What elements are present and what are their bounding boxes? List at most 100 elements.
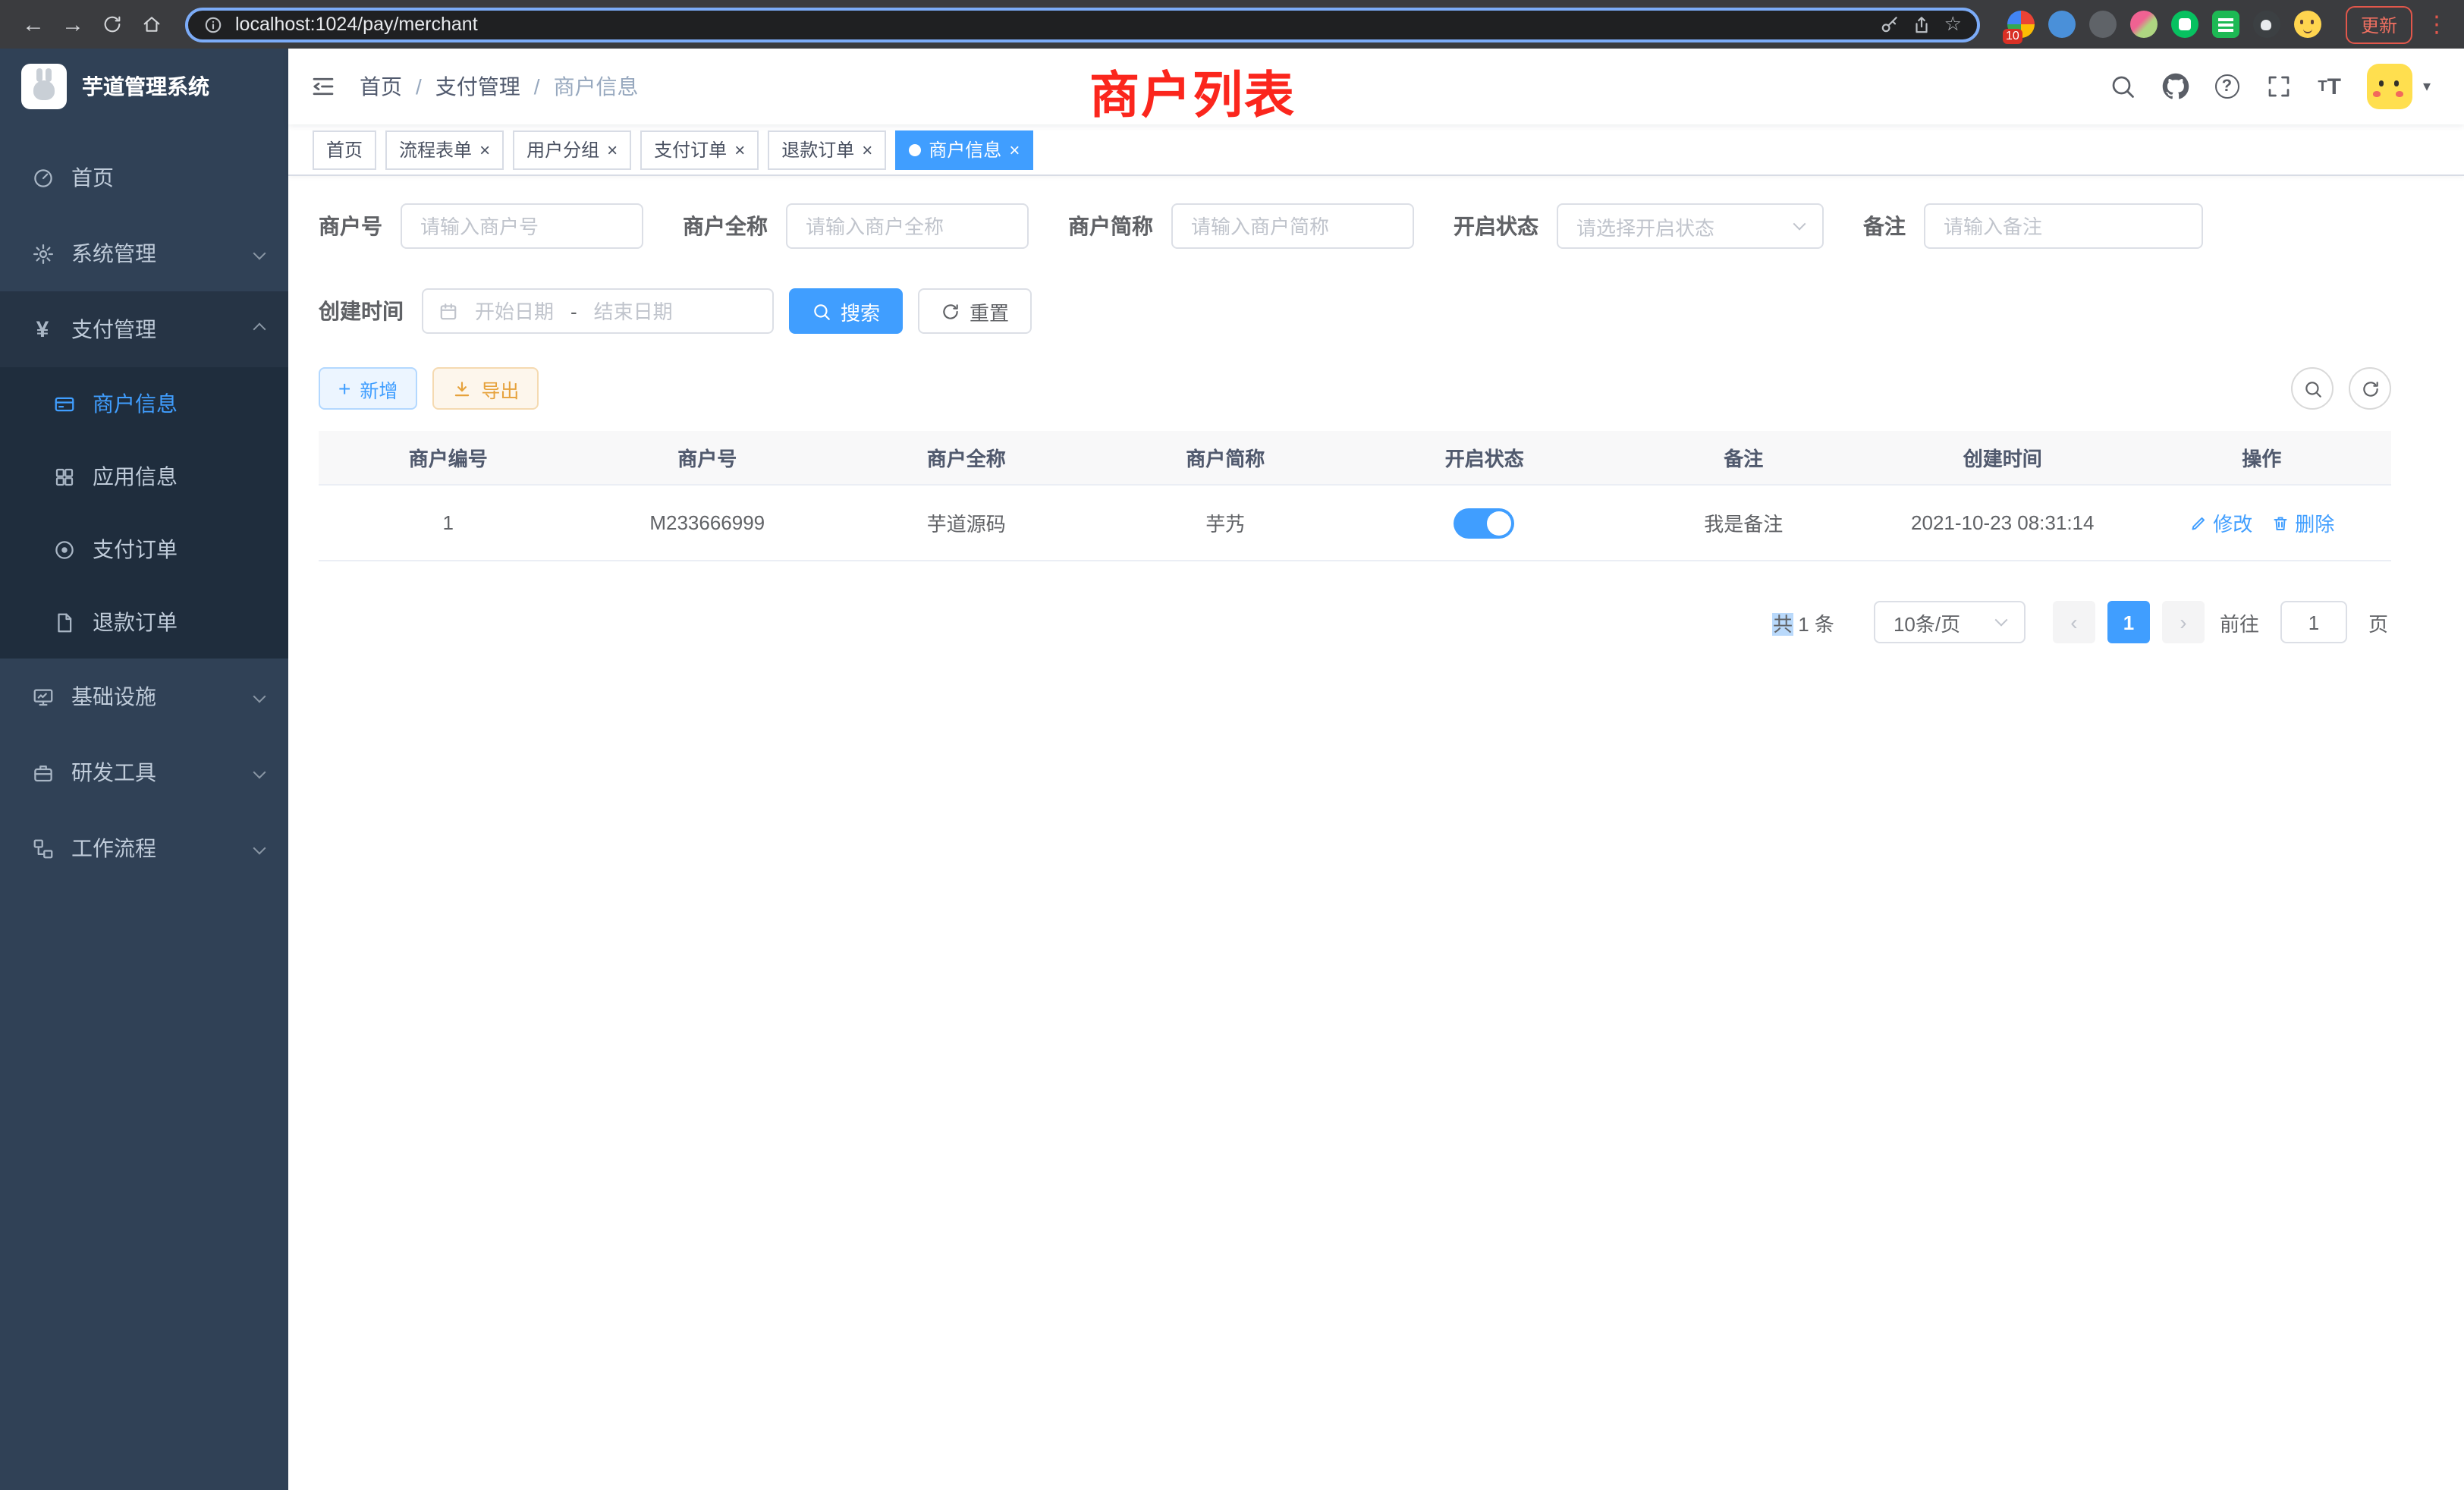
browser-reload-icon[interactable]	[94, 6, 130, 42]
chevron-down-icon	[253, 690, 266, 703]
search-icon[interactable]	[2108, 73, 2136, 100]
page-size-select[interactable]: 10条/页	[1874, 601, 2026, 643]
reset-button[interactable]: 重置	[918, 288, 1032, 334]
extension-wechat-icon[interactable]	[2171, 11, 2198, 38]
tab-close-icon[interactable]: ×	[479, 140, 490, 159]
sidebar-item-merchant-info[interactable]: 商户信息	[0, 367, 288, 440]
table-header: 操作	[2132, 431, 2392, 486]
tab-merchant-info[interactable]: 商户信息 ×	[895, 130, 1033, 169]
extension-green-square-icon[interactable]	[2212, 11, 2239, 38]
sidebar-item-pay-orders[interactable]: 支付订单	[0, 513, 288, 586]
user-avatar[interactable]	[2367, 64, 2412, 109]
sidebar-item-dev-tools[interactable]: 研发工具	[0, 734, 288, 810]
payment-submenu: 商户信息 应用信息 支付订单 退款订单	[0, 367, 288, 659]
cell-created-at: 2021-10-23 08:31:14	[1873, 486, 2132, 561]
tab-close-icon[interactable]: ×	[734, 140, 745, 159]
table-row: 1 M233666999 芋道源码 芋艿 我是备注 2021-10-23 08:…	[319, 486, 2391, 561]
status-select[interactable]: 请选择开启状态	[1557, 203, 1824, 249]
logo-image	[21, 64, 67, 109]
pagination-next-button[interactable]: ›	[2162, 601, 2205, 643]
fullscreen-icon[interactable]	[2264, 73, 2292, 100]
extension-dark-icon[interactable]	[2253, 11, 2280, 38]
pagination-prev-button[interactable]: ‹	[2053, 601, 2095, 643]
app-title: 芋道管理系统	[82, 71, 209, 102]
merchant-short-input[interactable]	[1171, 203, 1414, 249]
browser-back-icon[interactable]: ←	[15, 6, 52, 42]
toggle-search-button[interactable]	[2291, 367, 2334, 410]
pagination-jump-input[interactable]	[2280, 601, 2347, 643]
calendar-icon	[438, 301, 458, 321]
tab-pay-orders[interactable]: 支付订单 ×	[640, 130, 759, 169]
help-icon[interactable]: ?	[2214, 74, 2239, 99]
active-tab-dot	[909, 143, 921, 156]
search-button-label: 搜索	[841, 297, 880, 325]
refresh-table-button[interactable]	[2349, 367, 2391, 410]
tab-process-form[interactable]: 流程表单 ×	[385, 130, 504, 169]
tab-label: 商户信息	[929, 137, 1001, 162]
page-content: 商户号 商户全称 商户简称 开启状态 请选择开启状态	[288, 176, 2464, 1490]
sidebar-item-home[interactable]: 首页	[0, 140, 288, 215]
sidebar-item-system[interactable]: 系统管理	[0, 215, 288, 291]
merchant-name-input[interactable]	[786, 203, 1029, 249]
table-toolbar: + 新增 导出	[319, 367, 2391, 410]
tab-refund-orders[interactable]: 退款订单 ×	[768, 130, 886, 169]
sidebar-item-workflow[interactable]: 工作流程	[0, 810, 288, 886]
delete-link[interactable]: 删除	[2271, 508, 2334, 537]
breadcrumb-separator: /	[416, 74, 422, 99]
browser-menu-icon[interactable]: ⋮	[2425, 11, 2449, 38]
share-icon[interactable]	[1912, 14, 1932, 34]
extension-badge: 10	[2003, 29, 2022, 44]
password-key-icon[interactable]	[1881, 14, 1900, 34]
pagination-page-1[interactable]: 1	[2107, 601, 2150, 643]
browser-home-icon[interactable]	[134, 6, 170, 42]
annotation-page-title: 商户列表	[1089, 55, 1296, 127]
status-toggle[interactable]	[1454, 508, 1515, 538]
create-time-range-picker[interactable]: -	[422, 288, 774, 334]
table-toolbar-right	[2291, 367, 2391, 410]
extension-gray-icon[interactable]	[2089, 11, 2117, 38]
sidebar-fold-icon[interactable]	[310, 73, 337, 100]
font-size-large-t: T	[2327, 74, 2341, 99]
start-date-input[interactable]	[467, 300, 561, 322]
address-bar[interactable]: localhost:1024/pay/merchant ☆	[185, 7, 1980, 42]
export-button[interactable]: 导出	[432, 367, 539, 410]
site-info-icon[interactable]	[203, 14, 223, 34]
tab-home[interactable]: 首页	[313, 130, 376, 169]
tab-close-icon[interactable]: ×	[862, 140, 872, 159]
page-size-value: 10条/页	[1894, 608, 1960, 637]
breadcrumb-payment[interactable]: 支付管理	[435, 71, 520, 102]
sidebar-item-app-info[interactable]: 应用信息	[0, 440, 288, 513]
sidebar-item-payment[interactable]: ¥ 支付管理	[0, 291, 288, 367]
sidebar-item-label: 研发工具	[71, 757, 156, 787]
sidebar-item-label: 支付订单	[93, 534, 178, 564]
font-size-icon[interactable]: TT	[2318, 74, 2341, 99]
sidebar-item-label: 系统管理	[71, 238, 156, 269]
extension-blue-icon[interactable]	[2048, 11, 2076, 38]
bookmark-star-icon[interactable]: ☆	[1944, 12, 1962, 36]
browser-forward-icon[interactable]: →	[55, 6, 91, 42]
breadcrumb-home[interactable]: 首页	[360, 71, 402, 102]
sidebar-item-infrastructure[interactable]: 基础设施	[0, 659, 288, 734]
edit-link[interactable]: 修改	[2189, 508, 2252, 537]
tab-close-icon[interactable]: ×	[1009, 140, 1020, 159]
browser-profile-avatar[interactable]	[2294, 11, 2321, 38]
extension-multicolor-icon[interactable]	[2130, 11, 2158, 38]
search-button[interactable]: 搜索	[789, 288, 903, 334]
sidebar-item-refund-orders[interactable]: 退款订单	[0, 586, 288, 659]
chevron-down-icon	[1994, 614, 2007, 627]
app-logo[interactable]: 芋道管理系统	[0, 49, 288, 124]
avatar-caret-icon[interactable]: ▾	[2423, 78, 2431, 95]
filter-merchant-no: 商户号	[319, 203, 643, 249]
extension-colorwheel-icon[interactable]: 10	[2007, 11, 2035, 38]
table-header-row: 商户编号 商户号 商户全称 商户简称 开启状态 备注 创建时间 操作	[319, 431, 2391, 486]
chrome-update-button[interactable]: 更新	[2346, 5, 2412, 43]
github-icon[interactable]	[2161, 73, 2189, 100]
sidebar: 芋道管理系统 首页 系统管理 ¥ 支付管理	[0, 49, 288, 1490]
record-icon	[52, 538, 76, 561]
tab-close-icon[interactable]: ×	[607, 140, 618, 159]
add-button[interactable]: + 新增	[319, 367, 417, 410]
tab-user-group[interactable]: 用户分组 ×	[513, 130, 631, 169]
merchant-no-input[interactable]	[401, 203, 643, 249]
end-date-input[interactable]	[586, 300, 680, 322]
remark-input[interactable]	[1924, 203, 2203, 249]
